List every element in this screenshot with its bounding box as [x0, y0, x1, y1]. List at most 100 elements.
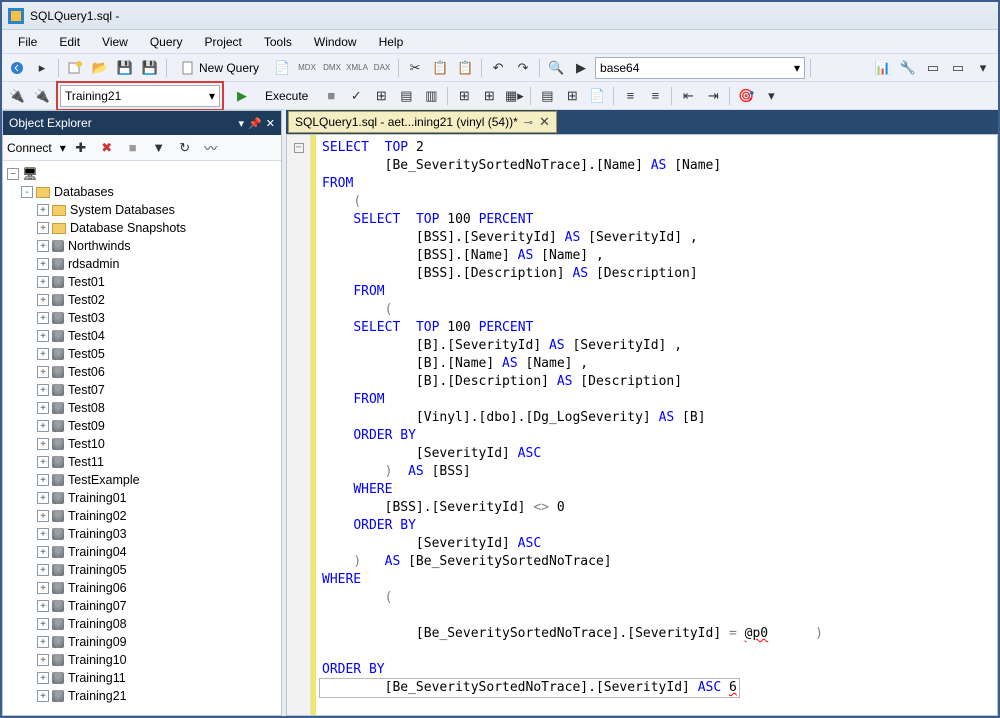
uncomment-button[interactable]: ≡ [644, 85, 666, 107]
sql-editor[interactable]: − SELECT TOP 2 [Be_SeveritySortedNoTrace… [286, 134, 998, 716]
undo-button[interactable]: ↶ [487, 57, 509, 79]
tree-node[interactable]: +Test03 [5, 309, 279, 327]
tree-node[interactable]: +Test04 [5, 327, 279, 345]
expander-icon[interactable]: + [37, 294, 49, 306]
expander-icon[interactable]: + [37, 420, 49, 432]
search-combo[interactable]: base64▾ [595, 57, 805, 79]
tree-node[interactable]: +Training21 [5, 687, 279, 705]
expander-icon[interactable]: + [37, 330, 49, 342]
tree-node[interactable]: +Training06 [5, 579, 279, 597]
layout-button[interactable]: ▭ [922, 57, 944, 79]
close-icon[interactable]: ✕ [539, 114, 550, 130]
tree-node[interactable]: +Test08 [5, 399, 279, 417]
expander-icon[interactable]: + [37, 312, 49, 324]
menu-window[interactable]: Window [304, 33, 367, 51]
menu-file[interactable]: File [8, 33, 47, 51]
tree-node[interactable]: +Test09 [5, 417, 279, 435]
tree-node[interactable]: +Test06 [5, 363, 279, 381]
expander-icon[interactable]: + [37, 510, 49, 522]
tree-node[interactable]: +System Databases [5, 201, 279, 219]
tree-node[interactable]: -Databases [5, 183, 279, 201]
code-content[interactable]: SELECT TOP 2 [Be_SeveritySortedNoTrace].… [316, 135, 829, 715]
expander-icon[interactable]: + [37, 582, 49, 594]
tree-node[interactable]: +Training08 [5, 615, 279, 633]
launch-button[interactable]: ▶ [570, 57, 592, 79]
connect-button[interactable]: 🔌 [6, 85, 28, 107]
plan-estimate-button[interactable]: ⊞ [370, 85, 392, 107]
expander-icon[interactable]: + [37, 636, 49, 648]
save-all-button[interactable]: 💾 [139, 57, 161, 79]
expander-icon[interactable]: + [37, 276, 49, 288]
menu-tools[interactable]: Tools [254, 33, 302, 51]
more-2-button[interactable]: ▾ [760, 85, 782, 107]
indent-button[interactable]: ⇤ [677, 85, 699, 107]
find-button[interactable]: 🔍 [545, 57, 567, 79]
expander-icon[interactable]: + [37, 204, 49, 216]
db-engine-query-button[interactable]: 📄 [271, 57, 293, 79]
menu-help[interactable]: Help [369, 33, 414, 51]
outdent-button[interactable]: ⇥ [702, 85, 724, 107]
expander-icon[interactable]: + [37, 672, 49, 684]
panel-dropdown-icon[interactable]: ▾ [239, 117, 245, 130]
menu-edit[interactable]: Edit [49, 33, 90, 51]
refresh-button[interactable]: ↻ [174, 137, 196, 159]
expander-icon[interactable]: + [37, 222, 49, 234]
comment-button[interactable]: ≡ [619, 85, 641, 107]
activity-button[interactable]: 〰 [200, 137, 222, 159]
tree-node[interactable]: +Test05 [5, 345, 279, 363]
expander-icon[interactable]: + [37, 258, 49, 270]
close-icon[interactable]: ✕ [266, 117, 275, 130]
cut-button[interactable]: ✂ [404, 57, 426, 79]
open-button[interactable]: 📂 [89, 57, 111, 79]
expander-icon[interactable]: + [37, 240, 49, 252]
tree-node[interactable]: +Training11 [5, 669, 279, 687]
filter-button[interactable]: ▼ [148, 137, 170, 159]
expander-icon[interactable]: + [37, 474, 49, 486]
object-tree[interactable]: −🖥 -Databases+System Databases+Database … [3, 161, 281, 715]
specify-values-button[interactable]: 🎯 [735, 85, 757, 107]
parse-button[interactable]: ✓ [345, 85, 367, 107]
expander-icon[interactable]: + [37, 438, 49, 450]
expander-icon[interactable]: + [37, 456, 49, 468]
connect-plug-button[interactable]: ✚ [70, 137, 92, 159]
tree-node[interactable]: +Test11 [5, 453, 279, 471]
tree-node[interactable]: +Training10 [5, 651, 279, 669]
expander-icon[interactable]: + [37, 348, 49, 360]
new-query-button[interactable]: New Query [172, 57, 268, 79]
xmla-button[interactable]: XMLA [346, 57, 368, 79]
tree-node[interactable]: +Database Snapshots [5, 219, 279, 237]
tree-node[interactable]: +Test01 [5, 273, 279, 291]
wrench-button[interactable]: 🔧 [897, 57, 919, 79]
query-options-button[interactable]: ▤ [395, 85, 417, 107]
nav-fwd-button[interactable]: ▸ [31, 57, 53, 79]
expander-icon[interactable]: - [21, 186, 33, 198]
tree-node[interactable]: +Training03 [5, 525, 279, 543]
expander-icon[interactable]: + [37, 654, 49, 666]
connect-dropdown[interactable]: ▾ [60, 141, 66, 155]
expander-icon[interactable]: + [37, 600, 49, 612]
paste-button[interactable]: 📋 [454, 57, 476, 79]
editor-tab[interactable]: SQLQuery1.sql - aet...ining21 (vinyl (54… [288, 111, 557, 133]
expander-icon[interactable]: + [37, 690, 49, 702]
tree-node[interactable]: +Test02 [5, 291, 279, 309]
expander-icon[interactable]: + [37, 618, 49, 630]
redo-button[interactable]: ↷ [512, 57, 534, 79]
expander-icon[interactable]: + [37, 528, 49, 540]
tree-node[interactable]: +Training04 [5, 543, 279, 561]
change-conn-button[interactable]: 🔌 [31, 85, 53, 107]
fold-gutter[interactable]: − [287, 135, 311, 715]
tree-node[interactable]: +Training09 [5, 633, 279, 651]
expander-icon[interactable]: + [37, 402, 49, 414]
save-button[interactable]: 💾 [114, 57, 136, 79]
results-grid-button[interactable]: ⊞ [561, 85, 583, 107]
more-button[interactable]: ▾ [972, 57, 994, 79]
tree-node[interactable]: +Training01 [5, 489, 279, 507]
include-plan-button[interactable]: ⊞ [453, 85, 475, 107]
dax-button[interactable]: DAX [371, 57, 393, 79]
stop-button[interactable]: ■ [320, 85, 342, 107]
tree-node[interactable]: +Northwinds [5, 237, 279, 255]
tree-node[interactable]: +Test10 [5, 435, 279, 453]
tree-node[interactable]: +rdsadmin [5, 255, 279, 273]
tree-node[interactable]: +Training02 [5, 507, 279, 525]
connect-label[interactable]: Connect [7, 141, 52, 155]
